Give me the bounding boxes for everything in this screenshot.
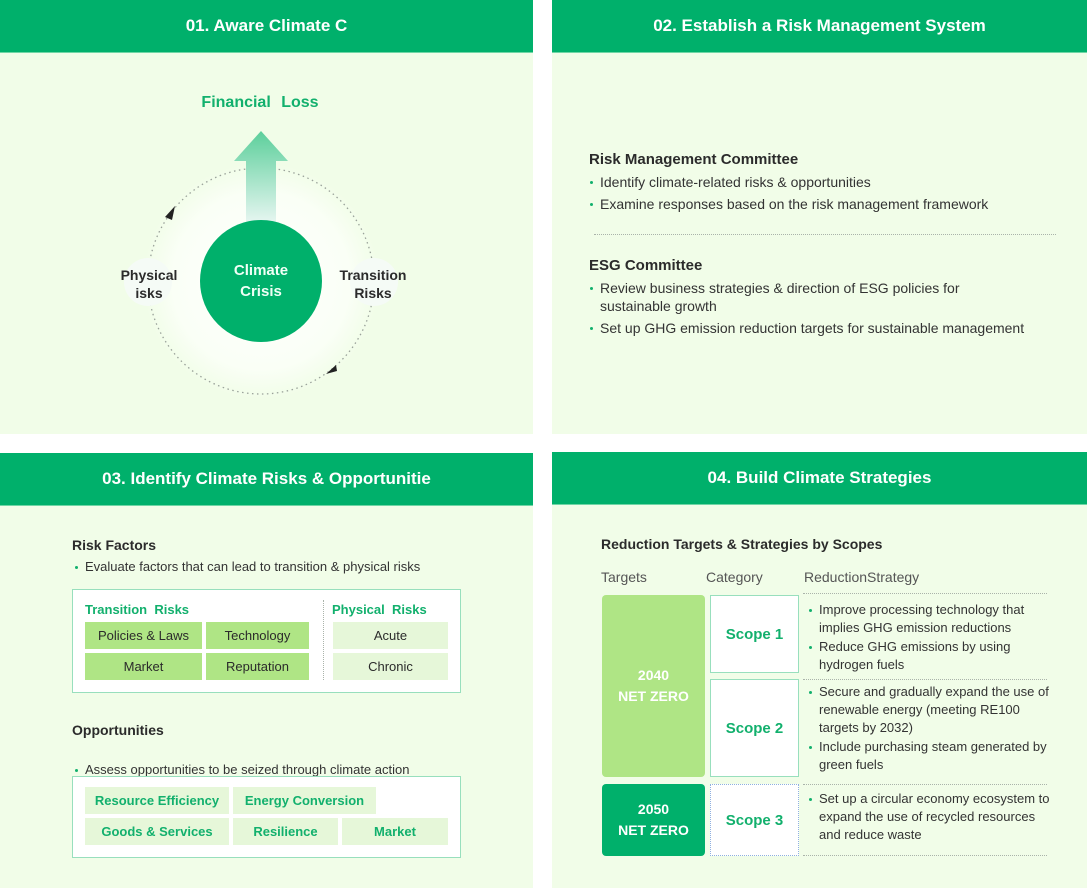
panel-title: 03. Identify Climate Risks & Opportuniti… [0, 453, 533, 506]
transition-risks-label: Transition Risks [330, 266, 416, 302]
scope-2-strategies: Secure and gradually expand the use of r… [808, 683, 1052, 775]
scope-2-cell: Scope 2 [710, 679, 799, 777]
section-heading: ESG Committee [589, 257, 703, 274]
panel-risk-management: 02. Establish a Risk Management System R… [552, 0, 1087, 434]
panel-aware-climate: 01. Aware Climate C Financial Loss Clima… [0, 0, 533, 434]
opp-tag: Goods & Services [85, 818, 229, 845]
target-2050: 2050 NET ZERO [602, 784, 705, 856]
bullet-item: Identify climate-related risks & opportu… [589, 173, 1059, 191]
opp-tag: Energy Conversion [233, 787, 376, 814]
divider [594, 234, 1056, 235]
row-divider [803, 784, 1047, 785]
row-divider [803, 855, 1047, 856]
center-line2: Crisis [240, 283, 282, 300]
panel-title: 02. Establish a Risk Management System [552, 0, 1087, 53]
strategy-item: Improve processing technology that impli… [808, 601, 1048, 637]
risk-factors-heading: Risk Factors [72, 537, 157, 553]
strategy-item: Reduce GHG emissions by using hydrogen f… [808, 638, 1048, 674]
opportunities-box: Resource Efficiency Energy Conversion Go… [72, 776, 461, 858]
physical-risks-label: Physical Risks [332, 602, 427, 617]
risk-factors-box: Transition Risks Policies & Laws Technol… [72, 589, 461, 693]
panel-title: 04. Build Climate Strategies [552, 452, 1087, 505]
target-label: NET ZERO [618, 688, 689, 704]
row-divider [803, 593, 1047, 594]
scope-1-cell: Scope 1 [710, 595, 799, 673]
bullet-item: Review business strategies & direction o… [589, 279, 1009, 315]
risk-tag: Policies & Laws [85, 622, 202, 649]
scope-3-cell: Scope 3 [710, 784, 799, 856]
target-year: 2050 [637, 801, 670, 817]
risk-tag: Market [85, 653, 202, 680]
opp-tag: Resilience [233, 818, 338, 845]
col-header-targets: Targets [601, 569, 647, 585]
rmc-section: Risk Management Committee Identify clima… [589, 151, 1059, 213]
risk-tag: Technology [206, 622, 309, 649]
panel-climate-strategies: 04. Build Climate Strategies Reduction T… [552, 452, 1087, 888]
esg-section: ESG Committee Review business strategies… [589, 257, 1064, 337]
scope-3-strategies: Set up a circular economy ecosystem to e… [808, 790, 1052, 845]
transition-risks-label: Transition Risks [85, 602, 190, 617]
left-line2: isks [135, 285, 163, 301]
opp-tag: Resource Efficiency [85, 787, 229, 814]
physical-risks-label: Physical isks [108, 266, 190, 302]
right-line1: Transition [339, 267, 407, 283]
risk-bullet: Evaluate factors that can lead to transi… [74, 558, 607, 576]
climate-crisis-circle: Climate Crisis [200, 220, 322, 342]
col-header-category: Category [706, 569, 763, 585]
risk-tag: Acute [333, 622, 448, 649]
left-line1: Physical [120, 267, 178, 283]
table-subtitle: Reduction Targets & Strategies by Scopes [601, 536, 883, 552]
strategy-item: Set up a circular economy ecosystem to e… [808, 790, 1052, 844]
center-line1: Climate [233, 262, 289, 279]
bullet-item: Examine responses based on the risk mana… [589, 195, 1059, 213]
risk-tag: Reputation [206, 653, 309, 680]
target-2040: 2040 NET ZERO [602, 595, 705, 777]
panel-title: 01. Aware Climate C [0, 0, 533, 53]
right-line2: Risks [354, 285, 392, 301]
panel-identify-risks: 03. Identify Climate Risks & Opportuniti… [0, 453, 533, 888]
opportunities-heading: Opportunities [72, 722, 164, 738]
divider [323, 600, 324, 680]
strategy-item: Secure and gradually expand the use of r… [808, 683, 1052, 737]
scope-1-strategies: Improve processing technology that impli… [808, 601, 1048, 675]
target-year: 2040 [637, 667, 670, 683]
opp-tag: Market [342, 818, 448, 845]
risk-tag: Chronic [333, 653, 448, 680]
row-divider [803, 679, 1047, 680]
strategy-item: Include purchasing steam generated by gr… [808, 738, 1052, 774]
col-header-strategy: ReductionStrategy [804, 569, 920, 585]
section-heading: Risk Management Committee [589, 151, 799, 168]
target-label: NET ZERO [618, 822, 689, 838]
bullet-item: Set up GHG emission reduction targets fo… [589, 319, 1064, 337]
